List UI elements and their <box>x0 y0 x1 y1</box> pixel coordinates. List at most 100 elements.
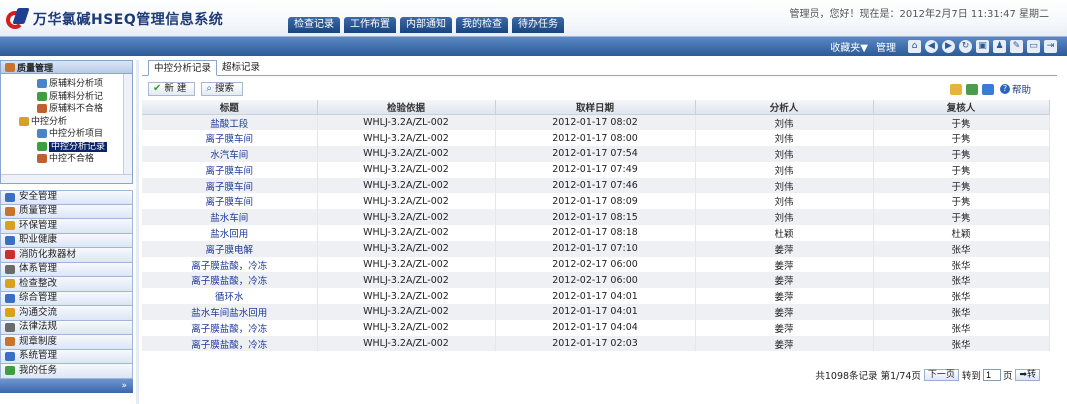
cell-title[interactable]: 循环水 <box>142 288 318 305</box>
table-row[interactable]: 离子膜车间 WHLJ-3.2A/ZL-002 2012-01-17 07:46 刘伟于… <box>142 177 1050 194</box>
sidebar-module-item[interactable]: 职业健康 <box>0 233 133 248</box>
help-link[interactable]: ? 帮助 <box>999 82 1031 96</box>
tools-icon[interactable]: ✎ <box>1010 40 1023 53</box>
go-button[interactable]: ➡转 <box>1015 369 1040 381</box>
column-header-reviewer[interactable]: 复核人 <box>873 100 1050 115</box>
tree-horizontal-scrollbar[interactable] <box>1 174 132 183</box>
tree-node[interactable]: 原辅料分析项 <box>37 78 103 90</box>
top-tab-my-inspection[interactable]: 我的检查 <box>456 17 508 33</box>
cell-sample-date: 2012-01-17 08:09 <box>495 193 696 210</box>
cell-title[interactable]: 离子膜车间 <box>142 193 318 210</box>
column-header-basis[interactable]: 检验依据 <box>317 100 496 115</box>
cell-title[interactable]: 离子膜车间 <box>142 130 318 147</box>
back-icon[interactable]: ◀ <box>925 40 938 53</box>
window-icon[interactable]: ▣ <box>976 40 989 53</box>
module-icon <box>5 337 15 347</box>
cell-title[interactable]: 离子膜车间 <box>142 177 318 194</box>
table-row[interactable]: 离子膜盐酸，冷冻 WHLJ-3.2A/ZL-002 2012-02-17 06:00… <box>142 272 1050 289</box>
next-page-button[interactable]: 下一页 <box>923 369 959 381</box>
cell-title[interactable]: 盐水车间 <box>142 209 318 226</box>
left-footer[interactable]: » <box>0 378 133 393</box>
table-row[interactable]: 离子膜盐酸，冷冻 WHLJ-3.2A/ZL-002 2012-02-17 06:00… <box>142 256 1050 273</box>
tab-over-limit-records[interactable]: 超标记录 <box>217 60 265 76</box>
manage-link[interactable]: 管理 <box>876 39 896 54</box>
table-row[interactable]: 离子膜车间 WHLJ-3.2A/ZL-002 2012-01-17 08:09 刘伟于… <box>142 193 1050 210</box>
top-tab-internal-notice[interactable]: 内部通知 <box>400 17 452 33</box>
sidebar-module-item[interactable]: 法律法规 <box>0 320 133 335</box>
sidebar-module-item[interactable]: 检查整改 <box>0 277 133 292</box>
cell-title[interactable]: 盐酸工段 <box>142 114 318 131</box>
table-row[interactable]: 离子膜盐酸，冷冻 WHLJ-3.2A/ZL-002 2012-01-17 04:04… <box>142 319 1050 336</box>
table-row[interactable]: 离子膜盐酸，冷冻 WHLJ-3.2A/ZL-002 2012-01-17 02:03… <box>142 335 1050 352</box>
exit-icon[interactable]: ⇥ <box>1044 40 1057 53</box>
folder-icon[interactable]: ▭ <box>1027 40 1040 53</box>
column-header-analyst[interactable]: 分析人 <box>695 100 874 115</box>
tree-node[interactable]: 中控不合格 <box>37 153 94 165</box>
tree-node[interactable]: 原辅料分析记 <box>37 91 103 103</box>
table-row[interactable]: 循环水 WHLJ-3.2A/ZL-002 2012-01-17 04:01 姜萍 张华 <box>142 288 1050 305</box>
tree-header[interactable]: 质量管理 <box>0 60 133 74</box>
page-input[interactable] <box>982 369 1001 381</box>
sidebar-module-label: 法律法规 <box>19 321 58 333</box>
tree-node[interactable]: 原辅料不合格 <box>37 103 103 115</box>
export-icon[interactable] <box>965 83 978 95</box>
column-header-sample-date[interactable]: 取样日期 <box>495 100 696 115</box>
top-tab-work-assignment[interactable]: 工作布置 <box>344 17 396 33</box>
sidebar-module-item[interactable]: 质量管理 <box>0 204 133 219</box>
sidebar-module-item[interactable]: 安全管理 <box>0 190 133 205</box>
tree-node[interactable]: 中控分析 <box>19 116 67 128</box>
sidebar-module-item[interactable]: 我的任务 <box>0 364 133 379</box>
cell-analyst: 姜萍 <box>695 256 874 273</box>
tree-vertical-scrollbar[interactable] <box>123 74 132 183</box>
sidebar-module-item[interactable]: 沟通交流 <box>0 306 133 321</box>
search-button[interactable]: ⌕ 搜索 <box>201 82 244 96</box>
tree-node[interactable]: 中控分析项目 <box>37 128 103 140</box>
sidebar-module-item[interactable]: 体系管理 <box>0 262 133 277</box>
cell-title[interactable]: 离子膜盐酸，冷冻 <box>142 256 318 273</box>
print-icon[interactable] <box>981 83 994 95</box>
sidebar-module-item[interactable]: 综合管理 <box>0 291 133 306</box>
page-unit-label: 页 <box>1002 371 1013 382</box>
table-row[interactable]: 水汽车间 WHLJ-3.2A/ZL-002 2012-01-17 07:54 刘伟 于隽 <box>142 146 1050 162</box>
favorites-menu[interactable]: 收藏夹▼ <box>830 39 868 54</box>
tab-control-analysis-records[interactable]: 中控分析记录 <box>148 60 218 76</box>
cell-reviewer: 张华 <box>873 319 1050 336</box>
tree-node-label: 中控分析项目 <box>49 129 104 139</box>
open-folder-icon[interactable] <box>949 83 962 95</box>
top-tab-todo[interactable]: 待办任务 <box>512 17 564 33</box>
help-icon: ? <box>999 84 1010 94</box>
column-header-title[interactable]: 标题 <box>142 100 318 115</box>
cell-title[interactable]: 盐水回用 <box>142 225 318 241</box>
cell-title[interactable]: 离子膜盐酸，冷冻 <box>142 335 318 352</box>
refresh-icon[interactable]: ↻ <box>959 40 972 53</box>
top-tab-inspection-records[interactable]: 检查记录 <box>288 17 340 33</box>
new-button[interactable]: ✔ 新 建 <box>148 82 196 96</box>
table-row[interactable]: 盐水车间 WHLJ-3.2A/ZL-002 2012-01-17 08:15 刘伟 于隽 <box>142 209 1050 226</box>
sidebar-module-item[interactable]: 规章制度 <box>0 335 133 350</box>
module-nav: 安全管理 质量管理 环保管理 职业健康 消防化救器材 体系管理 检查整改 综合管理 沟通交流 法律… <box>0 190 133 379</box>
table-row[interactable]: 离子膜车间 WHLJ-3.2A/ZL-002 2012-01-17 08:00 刘伟于… <box>142 130 1050 147</box>
sidebar-module-item[interactable]: 消防化救器材 <box>0 248 133 263</box>
table-row[interactable]: 盐水车间盐水回用 WHLJ-3.2A/ZL-002 2012-01-17 04:01… <box>142 304 1050 320</box>
cell-title[interactable]: 水汽车间 <box>142 146 318 162</box>
sidebar-module-item[interactable]: 系统管理 <box>0 349 133 364</box>
cell-title[interactable]: 离子膜电解 <box>142 240 318 257</box>
table-row[interactable]: 盐水回用 WHLJ-3.2A/ZL-002 2012-01-17 08:18 杜颖 杜颖 <box>142 225 1050 241</box>
home-icon[interactable]: ⌂ <box>908 40 921 53</box>
cell-title[interactable]: 离子膜盐酸，冷冻 <box>142 272 318 289</box>
table-row[interactable]: 离子膜电解 WHLJ-3.2A/ZL-002 2012-01-17 07:10 姜萍张… <box>142 240 1050 257</box>
expand-icon[interactable]: » <box>121 381 127 391</box>
panel-splitter[interactable] <box>136 60 139 404</box>
cell-title[interactable]: 离子膜盐酸，冷冻 <box>142 319 318 336</box>
sidebar-module-item[interactable]: 环保管理 <box>0 219 133 234</box>
forward-icon[interactable]: ▶ <box>942 40 955 53</box>
cell-basis: WHLJ-3.2A/ZL-002 <box>317 225 496 241</box>
table-row[interactable]: 盐酸工段 WHLJ-3.2A/ZL-002 2012-01-17 08:02 刘伟 于隽 <box>142 114 1050 131</box>
table-row[interactable]: 离子膜车间 WHLJ-3.2A/ZL-002 2012-01-17 07:49 刘伟于… <box>142 161 1050 178</box>
cell-title[interactable]: 盐水车间盐水回用 <box>142 304 318 320</box>
users-icon[interactable]: ♟ <box>993 40 1006 53</box>
module-icon <box>5 206 15 216</box>
cell-analyst: 姜萍 <box>695 335 874 352</box>
tree-node[interactable]: 中控分析记录 <box>37 141 108 153</box>
cell-title[interactable]: 离子膜车间 <box>142 161 318 178</box>
